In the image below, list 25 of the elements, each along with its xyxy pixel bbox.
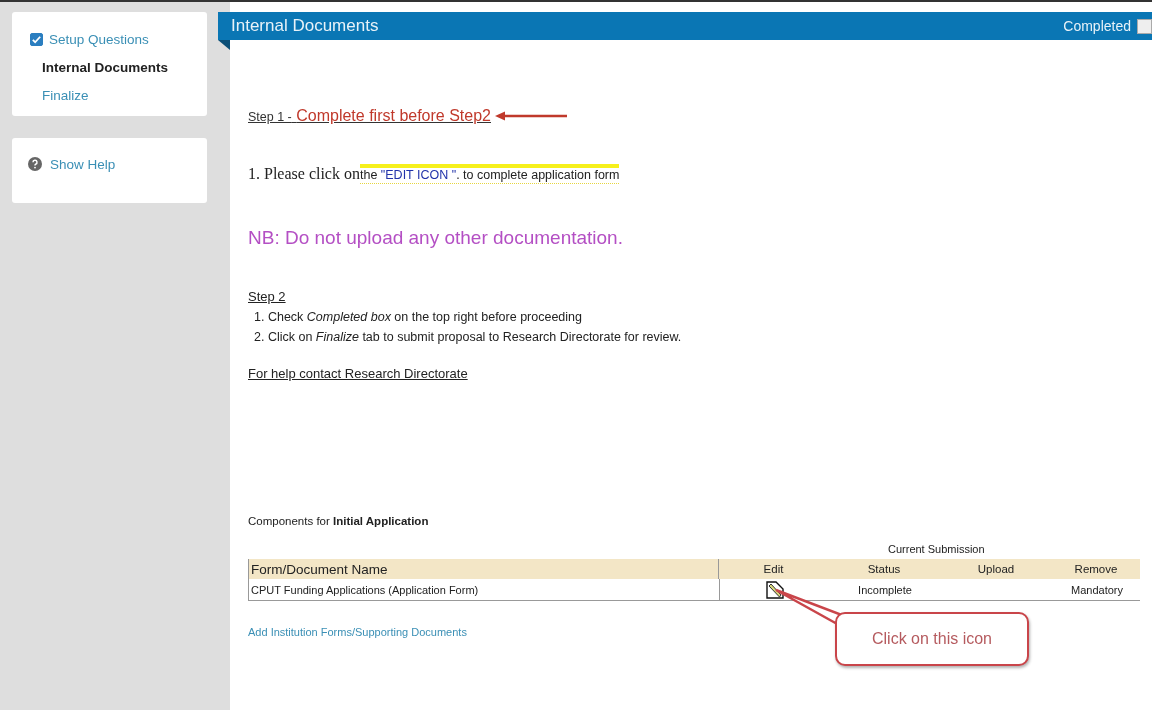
components-caption: Components for Initial Application bbox=[248, 515, 430, 527]
column-header: Upload bbox=[976, 563, 1016, 575]
step-link[interactable]: Setup Questions bbox=[49, 31, 149, 47]
table-cell-text: Incomplete bbox=[857, 583, 913, 596]
column-header: Form/Document Name bbox=[248, 559, 718, 579]
instruction-item: 1. Check Completed box on the top right before proceeding bbox=[254, 310, 583, 324]
callout-bubble: Click on this icon bbox=[835, 612, 1029, 666]
column-header: Status bbox=[866, 563, 902, 575]
step-link[interactable]: Finalize bbox=[30, 87, 89, 103]
column-header: Edit bbox=[718, 559, 828, 579]
step-link[interactable]: Internal Documents bbox=[30, 59, 169, 75]
instruction-item: 2. Click on Finalize tab to submit proposal to Research Directorate for review. bbox=[254, 330, 683, 344]
show-help-link[interactable]: Show Help bbox=[50, 157, 116, 172]
add-documents-link[interactable]: Add Institution Forms/Supporting Documents bbox=[248, 626, 467, 638]
warning-text: NB: Do not upload any other documentation. bbox=[248, 227, 624, 249]
help-contact-link[interactable]: For help contact Research Directorate bbox=[248, 366, 468, 381]
step-2-heading: Step 2 bbox=[248, 289, 287, 304]
column-header: Remove bbox=[1073, 563, 1119, 575]
table-cell-text: CPUT Funding Applications (Application Form) bbox=[250, 583, 480, 596]
instruction-text: 1. Please click onthe "EDIT ICON ". to complete application form bbox=[248, 165, 621, 183]
table-cell-text: Mandatory bbox=[1070, 583, 1124, 596]
step-1-heading: Step 1 - Complete first before Step2 bbox=[248, 107, 491, 125]
page-title: Internal Documents bbox=[231, 16, 380, 36]
group-header: Current Submission bbox=[888, 543, 985, 555]
completed-label: Completed bbox=[1063, 18, 1131, 34]
